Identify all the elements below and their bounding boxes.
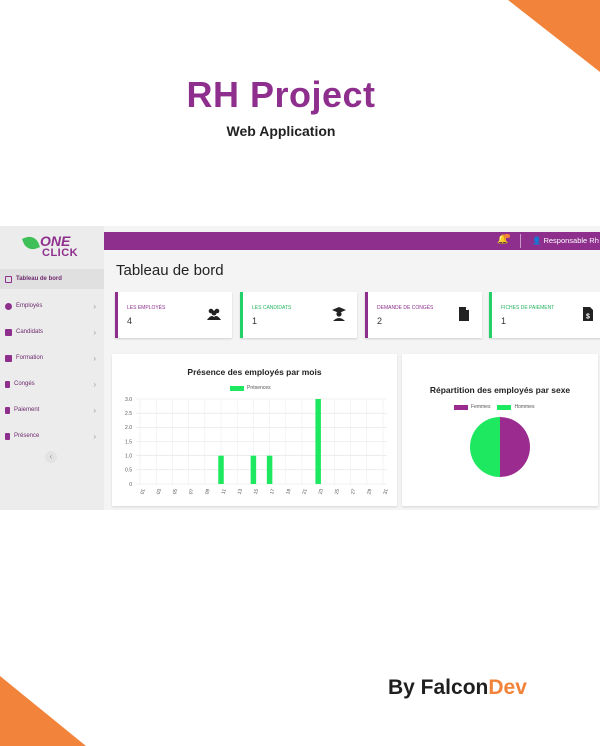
x-tick-label: 05 [172,488,179,495]
graduate-icon [332,307,346,321]
sidebar-item-formation[interactable]: Formation › [0,348,104,368]
collapse-sidebar-button[interactable]: ‹ [45,451,57,463]
sidebar-item-label: Paiement [14,407,40,413]
byline: By FalconDev [388,676,527,700]
x-tick-label: 01 [140,488,147,495]
card-value: 1 [501,316,507,326]
payslip-icon [5,406,10,414]
pie-slice-femmes [500,417,530,477]
sidebar-item-label: Tableau de bord [16,276,62,282]
y-tick-label: 3.0 [125,397,132,403]
user-icon: 👤 [532,236,542,245]
invoice-dollar-icon: $ [583,307,593,321]
card-label: LES EMPLOYÉS [127,305,166,311]
x-tick-label: 13 [237,488,244,495]
file-icon [459,307,469,321]
bar [218,455,224,484]
y-tick-label: 2.5 [125,411,132,417]
corner-decoration-top-right [508,0,600,72]
sidebar-item-candidats[interactable]: Candidats › [0,322,104,342]
poster-subtitle: Web Application [226,123,336,139]
topbar-divider [520,234,521,248]
bar-chart: 0 0.5 1.0 1.5 2.0 2.5 3.0 01 03 05 07 09 11 13 15 17 19 2… [125,397,390,495]
y-tick-label: 1.0 [125,453,132,459]
x-tick-label: 19 [285,488,292,495]
bar [315,399,321,484]
bar [250,455,257,484]
x-tick-label: 15 [253,488,260,495]
sidebar-item-dashboard[interactable]: Tableau de bord [0,269,104,289]
sidebar-item-label: Présence [14,433,40,439]
card-label: DEMANDE DE CONGÉS [377,305,434,311]
corner-decoration-bottom-left [0,676,86,746]
x-tick-label: 17 [269,488,276,495]
byline-prefix: By Falcon [388,676,489,699]
x-tick-label: 09 [204,488,211,495]
app-logo[interactable]: ONE CLICK [22,233,84,262]
logo-line2: CLICK [42,247,79,259]
chevron-right-icon: › [93,301,96,311]
x-tick-label: 27 [350,488,357,495]
chevron-right-icon: › [93,353,96,363]
sidebar-item-label: Formation [16,355,44,361]
pie-chart [470,417,530,477]
card-value: 4 [127,316,133,326]
topbar: 🔔 👤 Responsable Rh [104,232,600,250]
x-tick-label: 31 [382,488,389,495]
card-value: 2 [377,316,383,326]
chevron-right-icon: › [93,379,96,389]
card-label: FICHES DE PAIEMENT [501,305,555,311]
byline-accent: Dev [488,676,527,699]
chevron-right-icon: › [93,405,96,415]
users-icon [5,302,12,310]
sidebar: ONE CLICK Tableau de bord Employés › Can… [0,226,104,510]
gender-chart-panel: Répartition des employés par sexe Femmes… [402,354,598,506]
sidebar-item-label: Candidats [16,329,44,335]
poster-title: RH Project [186,74,376,115]
attendance-chart-panel: Présence des employés par mois Présences… [112,354,397,506]
hourglass-icon [5,328,12,336]
app-screenshot: ONE CLICK Tableau de bord Employés › Can… [0,226,600,510]
page-title: Tableau de bord [116,262,224,279]
stat-card-paiement[interactable]: FICHES DE PAIEMENT 1 $ [489,292,600,338]
leaf-logo-icon [22,234,40,252]
x-tick-label: 07 [188,488,195,495]
user-menu[interactable]: 👤 Responsable Rh [532,236,599,245]
card-value: 1 [252,316,258,326]
x-tick-label: 23 [318,488,325,495]
user-label: Responsable Rh [543,236,599,245]
y-tick-label: 1.5 [125,439,132,445]
card-label: LES CANDIDATS [252,305,292,311]
y-tick-label: 2.0 [125,425,132,431]
x-tick-label: 21 [302,488,309,495]
users-icon [207,308,221,320]
dashboard-icon [5,275,12,283]
sidebar-item-presence[interactable]: Présence › [0,426,104,446]
badge-icon [5,432,10,440]
pie-slice-hommes [470,417,500,477]
training-icon [5,354,12,362]
document-icon [5,380,10,388]
chevron-right-icon: › [93,431,96,441]
sidebar-item-paiement[interactable]: Paiement › [0,400,104,420]
svg-text:$: $ [586,314,590,321]
stat-card-conges[interactable]: DEMANDE DE CONGÉS 2 [365,292,482,338]
notification-badge [504,234,510,238]
x-tick-label: 29 [366,488,373,495]
sidebar-item-conges[interactable]: Congés › [0,374,104,394]
x-tick-label: 11 [221,488,228,495]
sidebar-item-label: Employés [16,303,43,309]
sidebar-item-employes[interactable]: Employés › [0,296,104,316]
y-tick-label: 0 [129,482,132,488]
chevron-right-icon: › [93,327,96,337]
x-tick-label: 25 [334,488,341,495]
x-tick-label: 03 [156,488,163,495]
sidebar-item-label: Congés [14,381,35,387]
bar [266,455,273,484]
y-tick-label: 0.5 [125,468,132,474]
stat-card-employes[interactable]: LES EMPLOYÉS 4 [115,292,232,338]
stat-card-candidats[interactable]: LES CANDIDATS 1 [240,292,357,338]
